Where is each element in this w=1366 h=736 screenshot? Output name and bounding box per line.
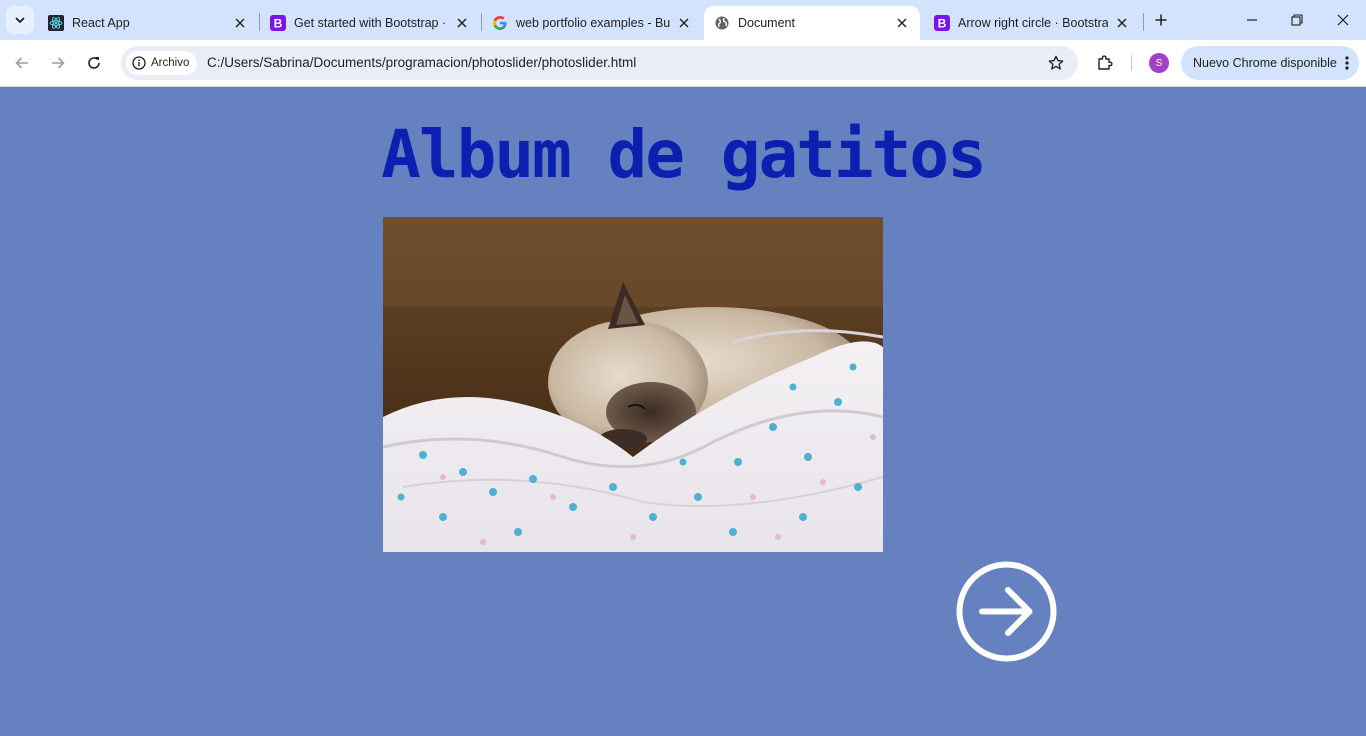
tab-title: Get started with Bootstrap · Bo (294, 16, 448, 30)
close-tab-icon[interactable] (676, 15, 692, 31)
star-icon (1048, 55, 1064, 70)
tab-search-button[interactable] (6, 6, 34, 34)
svg-text:B: B (938, 17, 947, 31)
restore-icon (1291, 14, 1303, 26)
arrow-right-circle-icon (956, 561, 1057, 662)
info-icon (132, 56, 146, 70)
url-text[interactable]: C:/Users/Sabrina/Documents/programacion/… (207, 55, 636, 70)
extensions-button[interactable] (1094, 52, 1116, 74)
tab-bootstrap-arrow-right-circle[interactable]: B Arrow right circle · Bootstrap (924, 6, 1140, 40)
page-title: Album de gatitos (381, 116, 987, 193)
tab-title: React App (72, 16, 130, 30)
minimize-icon (1247, 19, 1257, 21)
chevron-down-icon (15, 17, 25, 23)
tab-google-search[interactable]: web portfolio examples - Bu (482, 6, 702, 40)
more-vert-icon[interactable] (1345, 55, 1349, 74)
svg-text:B: B (274, 17, 283, 31)
close-window-button[interactable] (1331, 8, 1355, 32)
minimize-button[interactable] (1240, 8, 1264, 32)
react-icon (48, 15, 64, 31)
browser-toolbar: Archivo C:/Users/Sabrina/Documents/progr… (0, 40, 1366, 87)
profile-avatar[interactable]: S (1149, 53, 1169, 73)
bookmark-button[interactable] (1046, 53, 1066, 73)
close-icon (1337, 14, 1349, 26)
close-tab-icon[interactable] (1114, 15, 1130, 31)
arrow-left-icon (15, 57, 28, 69)
google-icon (492, 15, 508, 31)
globe-icon (714, 15, 730, 31)
tab-strip: React App B Get started with Bootstrap ·… (0, 0, 1366, 40)
new-tab-button[interactable] (1150, 9, 1172, 31)
page-content: Album de gatitos (0, 87, 1366, 736)
update-chrome-label: Nuevo Chrome disponible (1193, 56, 1337, 70)
restore-button[interactable] (1285, 8, 1309, 32)
tab-title: Document (738, 16, 795, 30)
tab-document[interactable]: Document (704, 6, 920, 40)
site-info-label: Archivo (151, 57, 190, 69)
toolbar-divider (1131, 55, 1132, 71)
bootstrap-icon: B (270, 15, 286, 31)
tab-title: Arrow right circle · Bootstrap (958, 16, 1108, 30)
close-tab-icon[interactable] (894, 15, 910, 31)
address-bar[interactable]: Archivo C:/Users/Sabrina/Documents/progr… (121, 46, 1078, 80)
next-photo-button[interactable] (956, 561, 1057, 662)
tab-bootstrap-get-started[interactable]: B Get started with Bootstrap · Bo (260, 6, 480, 40)
reload-button[interactable] (82, 51, 106, 75)
close-tab-icon[interactable] (232, 15, 248, 31)
puzzle-icon (1098, 55, 1113, 70)
arrow-right-icon (52, 57, 65, 69)
bootstrap-icon: B (934, 15, 950, 31)
tab-title: web portfolio examples - Bu (516, 16, 670, 30)
update-chrome-button[interactable]: Nuevo Chrome disponible (1181, 46, 1359, 80)
forward-button[interactable] (46, 51, 70, 75)
site-info-chip[interactable]: Archivo (126, 51, 198, 75)
back-button[interactable] (10, 51, 34, 75)
plus-icon (1155, 14, 1167, 26)
close-tab-icon[interactable] (454, 15, 470, 31)
tab-react-app[interactable]: React App (38, 6, 258, 40)
reload-icon (88, 57, 100, 69)
kitten-photo (383, 217, 883, 552)
tab-divider (1143, 13, 1144, 31)
